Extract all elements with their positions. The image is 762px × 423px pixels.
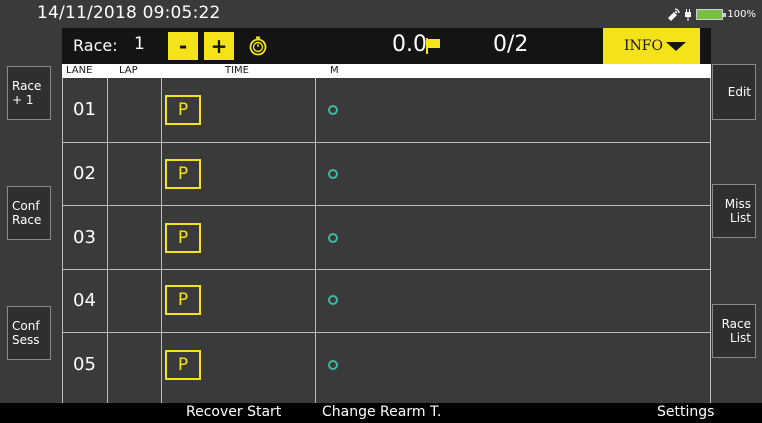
button-label: Conf bbox=[12, 199, 40, 213]
time-badge[interactable]: P bbox=[165, 285, 201, 315]
lane-number: 03 bbox=[73, 227, 96, 248]
race-decrement-button[interactable]: - bbox=[168, 32, 198, 60]
recover-start-button[interactable]: Recover Start bbox=[186, 404, 281, 420]
lane-row[interactable]: 02 P bbox=[63, 143, 710, 205]
lane-number: 02 bbox=[73, 163, 96, 184]
race-plus-one-button[interactable]: Race + 1 bbox=[7, 66, 51, 120]
lane-number: 01 bbox=[73, 99, 96, 120]
m-status-dot bbox=[328, 169, 338, 179]
race-time-value: 0.0 bbox=[392, 32, 427, 57]
footer-bar: Recover Start Change Rearm T. Settings bbox=[0, 403, 762, 423]
race-list-button[interactable]: Race List bbox=[712, 304, 756, 358]
button-label: Race bbox=[721, 317, 751, 331]
miss-list-button[interactable]: Miss List bbox=[712, 184, 756, 238]
button-label: List bbox=[730, 331, 751, 345]
lane-row[interactable]: 01 P bbox=[63, 78, 710, 140]
info-dropdown[interactable]: INFO bbox=[603, 28, 700, 64]
satellite-icon bbox=[668, 7, 681, 21]
lane-row[interactable]: 05 P bbox=[63, 333, 710, 395]
button-label: Race bbox=[12, 79, 42, 93]
m-status-dot bbox=[328, 295, 338, 305]
lane-table: 01 P 02 P 03 P 04 P 05 P bbox=[62, 78, 711, 403]
button-label: Edit bbox=[727, 85, 751, 99]
conf-sess-button[interactable]: Conf Sess bbox=[7, 306, 51, 360]
battery-icon bbox=[696, 8, 727, 20]
lane-row[interactable]: 03 P bbox=[63, 206, 710, 268]
lane-number: 05 bbox=[73, 354, 96, 375]
race-label: Race: bbox=[73, 36, 118, 55]
column-m: M bbox=[330, 65, 339, 76]
m-status-dot bbox=[328, 105, 338, 115]
race-increment-button[interactable]: + bbox=[204, 32, 234, 60]
time-badge[interactable]: P bbox=[165, 95, 201, 125]
lane-row[interactable]: 04 P bbox=[63, 270, 710, 332]
time-badge[interactable]: P bbox=[165, 223, 201, 253]
race-header-bar: Race: 1 - + 0.0 0/2 INFO bbox=[62, 28, 711, 64]
button-label: Sess bbox=[12, 333, 40, 347]
button-label: + 1 bbox=[12, 93, 34, 107]
lane-number: 04 bbox=[73, 290, 96, 311]
column-lane: LANE bbox=[66, 65, 93, 76]
button-label: Miss bbox=[724, 197, 751, 211]
system-icons: 100% bbox=[666, 7, 756, 21]
button-label: Race bbox=[12, 213, 42, 227]
m-status-dot bbox=[328, 233, 338, 243]
caret-down-icon bbox=[666, 42, 686, 51]
button-label: List bbox=[730, 211, 751, 225]
edit-button[interactable]: Edit bbox=[712, 64, 756, 120]
battery-percent: 100% bbox=[727, 8, 756, 20]
column-header: LANE LAP TIME M bbox=[62, 64, 711, 78]
settings-button[interactable]: Settings bbox=[657, 404, 714, 420]
conf-race-button[interactable]: Conf Race bbox=[7, 186, 51, 240]
button-label: Conf bbox=[12, 319, 40, 333]
lap-count: 0/2 bbox=[493, 32, 529, 57]
info-label: INFO bbox=[624, 38, 663, 54]
time-badge[interactable]: P bbox=[165, 350, 201, 380]
column-time: TIME bbox=[225, 65, 250, 76]
column-lap: LAP bbox=[119, 65, 138, 76]
race-number: 1 bbox=[134, 34, 145, 54]
m-status-dot bbox=[328, 360, 338, 370]
time-badge[interactable]: P bbox=[165, 159, 201, 189]
status-bar: 14/11/2018 09:05:22 100% bbox=[0, 0, 762, 27]
stopwatch-icon bbox=[249, 36, 267, 56]
flag-icon bbox=[426, 38, 440, 54]
plug-icon bbox=[685, 8, 692, 21]
change-rearm-button[interactable]: Change Rearm T. bbox=[322, 404, 441, 420]
date-time: 14/11/2018 09:05:22 bbox=[37, 3, 221, 23]
